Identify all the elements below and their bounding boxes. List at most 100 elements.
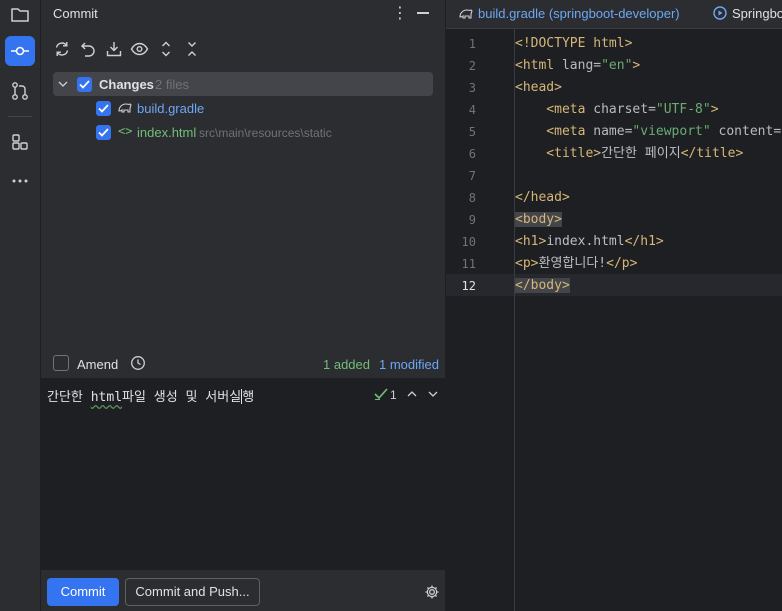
commit-tool-button[interactable] [5, 36, 35, 66]
gradle-elephant-icon [459, 9, 473, 19]
tab-label: Springbo [732, 6, 782, 21]
code-token: </p> [606, 256, 638, 271]
file-path: src\main\resources\static [199, 126, 332, 140]
code-token-matched-tag: <body> [515, 212, 562, 227]
pull-requests-tool-button[interactable] [5, 76, 35, 106]
code-token: </title> [680, 146, 744, 161]
code-line: <title>간단한 페이지</title> [515, 143, 782, 165]
inspection-check-icon[interactable] [374, 388, 388, 400]
view-options-button[interactable] [129, 38, 151, 60]
code-token-matched-tag: </body> [515, 278, 570, 293]
line-number: 10 [461, 235, 476, 249]
line-number: 11 [461, 257, 476, 271]
code-line: <meta name="viewport" content= [515, 121, 782, 143]
code-token: 환영합니다! [538, 256, 607, 271]
changes-group-count: 2 files [155, 77, 189, 92]
code-editor: build.gradle (springboot-developer) Spri… [446, 0, 782, 611]
expand-all-button[interactable] [155, 38, 177, 60]
collapse-all-icon [188, 42, 196, 56]
line-number: 3 [468, 81, 476, 95]
message-part: 행 [242, 390, 255, 405]
pull-request-icon [12, 82, 28, 100]
file-name: index.html [137, 125, 197, 140]
code-token: <meta [515, 124, 594, 139]
stripe-separator [8, 116, 32, 117]
tab-build-gradle[interactable]: build.gradle (springboot-developer) [458, 0, 680, 28]
file-row[interactable]: build.gradle [53, 96, 433, 120]
amend-checkbox[interactable] [53, 355, 69, 371]
code-token: <html [515, 58, 562, 73]
commit-tool-window: Commit ⋮ Changes 2 files build.gradle <>… [41, 0, 445, 611]
gear-icon[interactable] [424, 584, 440, 600]
history-icon[interactable] [130, 355, 146, 371]
line-number: 6 [468, 147, 476, 161]
code-token: index.html [546, 234, 625, 249]
chevron-up-icon[interactable] [407, 390, 417, 398]
refresh-icon [55, 42, 69, 56]
line-number: 1 [468, 37, 476, 51]
message-part: 파일 생성 및 서버실 [122, 390, 242, 405]
file-checkbox[interactable] [96, 101, 111, 116]
refresh-button[interactable] [51, 38, 73, 60]
tool-window-title: Commit [53, 6, 98, 21]
options-menu-icon[interactable]: ⋮ [392, 3, 408, 22]
line-number: 9 [468, 213, 476, 227]
code-line: <head> [515, 77, 782, 99]
code-token: <meta [515, 102, 594, 117]
file-row[interactable]: <> index.html src\main\resources\static [53, 120, 433, 144]
line-number: 4 [468, 103, 476, 117]
code-token: 간단한 페이지 [601, 146, 681, 161]
changes-group-row[interactable]: Changes 2 files [53, 72, 433, 96]
amend-label[interactable]: Amend [77, 357, 118, 372]
tool-window-header: Commit ⋮ [41, 0, 445, 28]
commit-message-text[interactable]: 간단한 html파일 생성 및 서버실행 [47, 386, 254, 405]
more-tools-button[interactable] [5, 166, 35, 196]
project-tool-button[interactable] [5, 0, 35, 30]
changes-group-checkbox[interactable] [77, 77, 92, 92]
line-number: 5 [468, 125, 476, 139]
structure-icon [12, 134, 28, 150]
gradle-elephant-icon [118, 103, 132, 113]
structure-tool-button[interactable] [5, 127, 35, 157]
line-number: 7 [468, 169, 476, 183]
code-token: "en" [601, 58, 633, 73]
line-number-gutter: 1 2 3 4 5 6 7 8 9 10 11 12 [446, 29, 515, 611]
code-token: "UTF-8" [655, 102, 711, 117]
checkmark-icon [98, 104, 109, 113]
checkmark-icon [79, 80, 90, 89]
amend-row: Amend 1 added 1 modified [41, 352, 445, 376]
commit-actions-bar: Commit Commit and Push... [41, 570, 445, 611]
eye-icon [130, 42, 149, 56]
code-line: <h1>index.html</h1> [515, 231, 782, 253]
commit-button[interactable]: Commit [47, 578, 119, 606]
commit-and-push-button[interactable]: Commit and Push... [125, 578, 260, 606]
code-token: > [632, 58, 641, 73]
message-part: 간단한 [47, 390, 91, 405]
modified-count: 1 modified [379, 357, 439, 372]
code-token: <p> [515, 256, 539, 271]
code-token: "viewport" [632, 124, 711, 139]
code-token: <!DOCTYPE html> [515, 36, 633, 51]
code-line: </head> [515, 187, 782, 209]
code-line: <p>환영합니다!</p> [515, 253, 782, 275]
code-token: </head> [515, 190, 570, 205]
undo-icon [81, 42, 95, 57]
expand-all-icon [162, 41, 170, 57]
line-number-current: 12 [461, 279, 476, 293]
code-line: <meta charset="UTF-8"> [515, 99, 782, 121]
update-button[interactable] [103, 38, 125, 60]
collapse-all-button[interactable] [181, 38, 203, 60]
added-count: 1 added [323, 357, 370, 372]
minimize-icon[interactable] [417, 12, 429, 14]
tab-label: build.gradle (springboot-developer) [478, 6, 680, 21]
chevron-down-icon[interactable] [428, 390, 438, 398]
file-checkbox[interactable] [96, 125, 111, 140]
more-horizontal-icon [12, 179, 28, 183]
code-token: <head> [515, 80, 562, 95]
tab-springboot[interactable]: Springbo [712, 0, 782, 28]
rollback-button[interactable] [77, 38, 99, 60]
code-token: name= [593, 124, 633, 139]
code-token: <h1> [515, 234, 547, 249]
line-number: 2 [468, 59, 476, 73]
chevron-down-icon[interactable] [58, 80, 68, 88]
